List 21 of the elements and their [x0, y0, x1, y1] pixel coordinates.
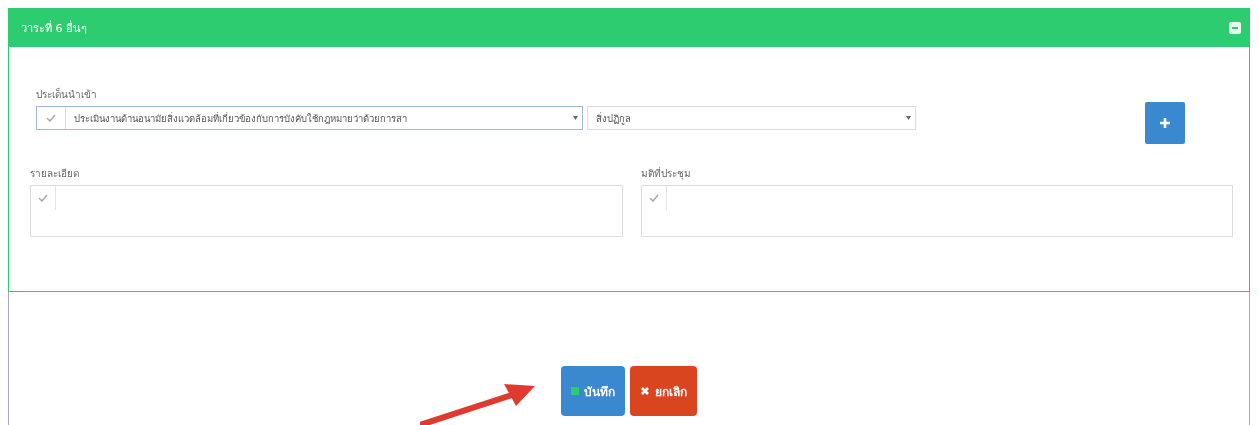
minus-icon [1232, 26, 1238, 29]
add-button[interactable] [1145, 102, 1185, 144]
text-area[interactable] [640, 185, 1233, 237]
save-button[interactable]: บันทึก [561, 366, 625, 416]
save-icon [571, 387, 579, 395]
field-label: มติที่ประชุม [640, 166, 692, 181]
caret-icon [905, 116, 911, 120]
field-label: รายละเอียด [30, 167, 80, 181]
check-icon [38, 194, 48, 202]
text-area[interactable] [30, 185, 623, 237]
field-label: ประเด็นนำเข้า [36, 87, 98, 102]
panel-title: วาระที่ 6 อื่นๆ [21, 19, 87, 37]
select-field[interactable]: สิ่งปฏิกูล [587, 106, 916, 130]
select-field[interactable]: ประเมินงานด้านอนามัยสิ่งแวดล้อมที่เกี่ยวข้องกับการบังคับใช้กฎหมายว่าด้วยการสา [36, 106, 583, 130]
caret-icon [572, 116, 578, 120]
plus-icon [1160, 118, 1170, 128]
collapse-button[interactable] [1229, 21, 1241, 34]
close-icon [640, 386, 650, 396]
check-icon [46, 114, 56, 122]
cancel-button[interactable]: ยกเลิก [630, 366, 697, 416]
check-icon [648, 194, 659, 202]
